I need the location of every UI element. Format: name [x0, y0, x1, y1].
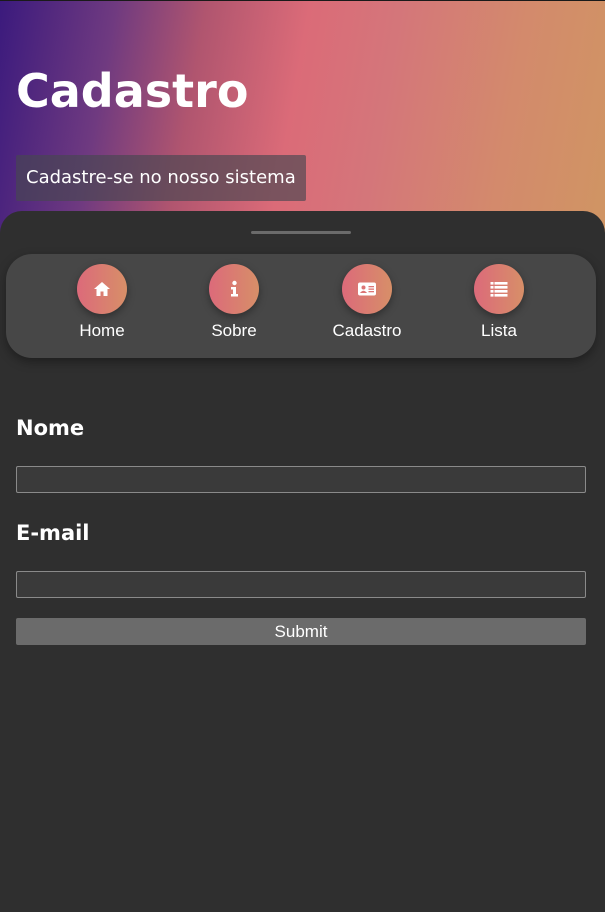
nav-sobre-button[interactable]: [209, 264, 259, 314]
nav-bar: Home Sobre Cadastro Lista: [6, 254, 596, 358]
nav-cadastro-button[interactable]: [342, 264, 392, 314]
name-label: Nome: [16, 416, 85, 440]
list-icon: [490, 282, 508, 297]
nav-item-home[interactable]: Home: [47, 264, 157, 354]
nav-item-label: Home: [79, 321, 125, 340]
nav-item-sobre[interactable]: Sobre: [179, 264, 289, 354]
nav-item-label: Lista: [481, 321, 517, 340]
email-label: E-mail: [16, 521, 90, 545]
home-icon: [94, 282, 110, 296]
header-banner: Cadastro Cadastre-se no nosso sistema: [0, 0, 605, 240]
name-input[interactable]: [16, 466, 586, 493]
nav-item-label: Sobre: [211, 321, 257, 340]
id-card-icon: [358, 282, 376, 296]
content-sheet: Home Sobre Cadastro Lista: [0, 211, 605, 912]
info-icon: [231, 280, 238, 297]
nav-lista-button[interactable]: [474, 264, 524, 314]
submit-button[interactable]: Submit: [16, 618, 586, 645]
drag-handle[interactable]: [251, 231, 351, 234]
top-border: [0, 0, 605, 1]
page-title: Cadastro: [16, 64, 249, 118]
email-input[interactable]: [16, 571, 586, 598]
nav-home-button[interactable]: [77, 264, 127, 314]
page-subtitle: Cadastre-se no nosso sistema: [16, 155, 306, 201]
nav-item-label: Cadastro: [332, 321, 402, 340]
nav-item-cadastro[interactable]: Cadastro: [312, 264, 422, 354]
nav-item-lista[interactable]: Lista: [444, 264, 554, 354]
